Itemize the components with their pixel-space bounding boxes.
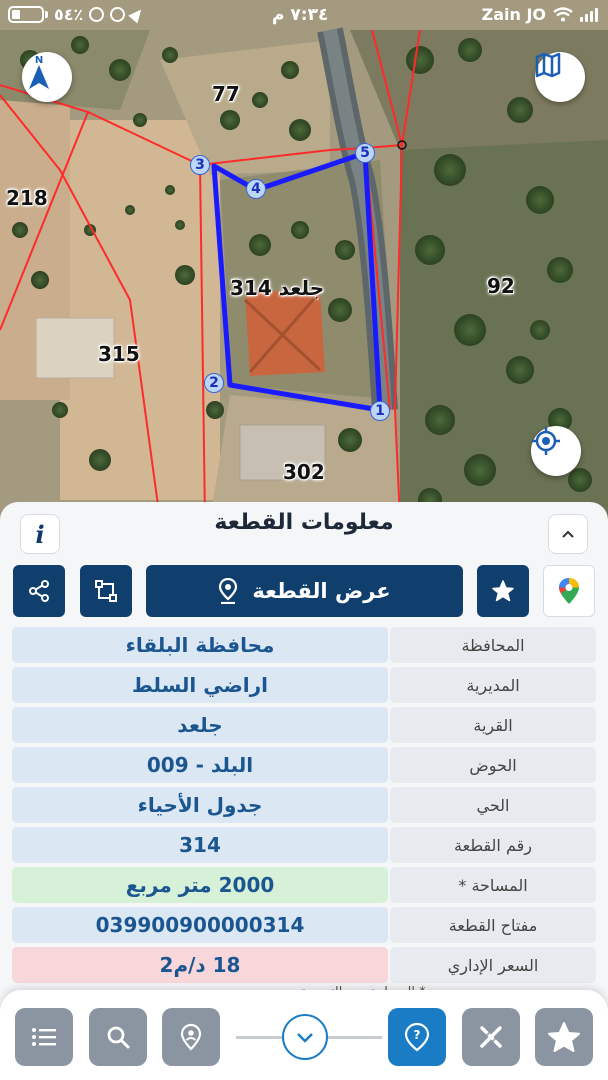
vertex-marker: 4 bbox=[246, 179, 266, 199]
field-value: 18 د/م2 bbox=[12, 947, 388, 983]
carrier-name: Zain JO bbox=[481, 5, 546, 24]
vertex-marker: 1 bbox=[370, 401, 390, 421]
polygon-select-icon bbox=[95, 580, 117, 602]
field-value: 039900900000314 bbox=[12, 907, 388, 943]
panel-toggle-knob[interactable] bbox=[282, 1014, 328, 1060]
cellular-signal-icon bbox=[580, 7, 598, 22]
list-icon bbox=[32, 1028, 56, 1046]
show-parcel-label: عرض القطعة bbox=[252, 579, 391, 603]
status-bar: ٥٤٪ ٧:٣٤ م Zain JO bbox=[0, 0, 608, 32]
field-value: جدول الأحياء bbox=[12, 787, 388, 823]
star-icon bbox=[548, 1022, 580, 1052]
favorite-button[interactable] bbox=[477, 565, 529, 617]
panel-title: معلومات القطعة bbox=[214, 510, 394, 535]
parcel-label-92: 92 bbox=[487, 274, 515, 298]
field-label: الحي bbox=[390, 787, 596, 823]
field-row-governorate: محافظة البلقاء المحافظة bbox=[12, 625, 596, 665]
star-icon bbox=[492, 580, 514, 602]
field-label: المحافظة bbox=[390, 627, 596, 663]
parcel-info-button[interactable]: ? bbox=[388, 1008, 446, 1066]
location-pin-icon bbox=[219, 578, 238, 604]
field-row-parcel-number: 314 رقم القطعة bbox=[12, 825, 596, 865]
chevron-down-icon bbox=[297, 1033, 313, 1043]
field-row-basin: البلد - 009 الحوض bbox=[12, 745, 596, 785]
parcel-label-302: 302 bbox=[283, 460, 325, 484]
alarm-icon bbox=[89, 7, 105, 22]
compass-button[interactable]: N bbox=[22, 52, 72, 102]
field-value: اراضي السلط bbox=[12, 667, 388, 703]
parcel-label-77: 77 bbox=[212, 82, 240, 106]
field-row-village: جلعد القرية bbox=[12, 705, 596, 745]
share-button[interactable] bbox=[13, 565, 65, 617]
satellite-imagery bbox=[0, 0, 608, 520]
bottom-toolbar: ? bbox=[0, 990, 608, 1080]
favorites-button[interactable] bbox=[535, 1008, 593, 1066]
svg-text:N: N bbox=[35, 55, 43, 66]
field-row-neighborhood: جدول الأحياء الحي bbox=[12, 785, 596, 825]
north-arrow-icon: N bbox=[29, 55, 49, 89]
collapse-button[interactable] bbox=[548, 514, 588, 554]
location-arrow-icon bbox=[128, 5, 147, 24]
wifi-icon bbox=[553, 7, 573, 22]
field-label: مفتاح القطعة bbox=[390, 907, 596, 943]
field-label: المساحة * bbox=[390, 867, 596, 903]
pin-icon bbox=[180, 1023, 202, 1051]
field-value: 2000 متر مربع bbox=[12, 867, 388, 903]
search-icon bbox=[107, 1026, 130, 1049]
clock: ٧:٣٤ م bbox=[272, 5, 329, 25]
field-row-directorate: اراضي السلط المديرية bbox=[12, 665, 596, 705]
layers-button[interactable] bbox=[535, 52, 585, 102]
parcel-label-314: 314 جلعد bbox=[230, 276, 325, 300]
locate-me-button[interactable] bbox=[531, 426, 581, 476]
svg-text:?: ? bbox=[414, 1028, 421, 1042]
field-label: المديرية bbox=[390, 667, 596, 703]
field-value: 314 bbox=[12, 827, 388, 863]
parcel-label-315: 315 bbox=[98, 342, 140, 366]
field-label: الحوض bbox=[390, 747, 596, 783]
field-value: البلد - 009 bbox=[12, 747, 388, 783]
field-label: رقم القطعة bbox=[390, 827, 596, 863]
list-button[interactable] bbox=[15, 1008, 73, 1066]
tools-icon bbox=[480, 1026, 502, 1048]
measure-area-button[interactable] bbox=[80, 565, 132, 617]
pin-question-icon: ? bbox=[404, 1022, 430, 1052]
orientation-lock-icon bbox=[110, 7, 126, 22]
field-value: محافظة البلقاء bbox=[12, 627, 388, 663]
share-icon bbox=[29, 580, 49, 602]
map-view[interactable]: 77 218 92 315 302 314 جلعد 1 2 3 4 5 N bbox=[0, 0, 608, 520]
parcel-label-218: 218 bbox=[6, 186, 48, 210]
google-maps-button[interactable] bbox=[543, 565, 595, 617]
chevron-up-icon bbox=[562, 530, 574, 538]
vertex-marker: 5 bbox=[355, 143, 375, 163]
search-button[interactable] bbox=[89, 1008, 147, 1066]
battery-percent: ٥٤٪ bbox=[54, 5, 84, 24]
vertex-marker: 2 bbox=[204, 373, 224, 393]
field-value: جلعد bbox=[12, 707, 388, 743]
parcel-fields-table: محافظة البلقاء المحافظة اراضي السلط المد… bbox=[12, 625, 596, 985]
field-row-area: 2000 متر مربع المساحة * bbox=[12, 865, 596, 905]
tools-button[interactable] bbox=[462, 1008, 520, 1066]
vertex-marker: 3 bbox=[190, 155, 210, 175]
google-maps-icon bbox=[559, 578, 579, 604]
show-parcel-button[interactable]: عرض القطعة bbox=[146, 565, 463, 617]
field-label: السعر الإداري bbox=[390, 947, 596, 983]
field-row-parcel-key: 039900900000314 مفتاح القطعة bbox=[12, 905, 596, 945]
map-icon bbox=[535, 52, 561, 78]
battery-icon bbox=[8, 6, 44, 23]
crosshair-icon bbox=[532, 427, 560, 455]
field-row-admin-price: 18 د/م2 السعر الإداري bbox=[12, 945, 596, 985]
location-search-button[interactable] bbox=[162, 1008, 220, 1066]
field-label: القرية bbox=[390, 707, 596, 743]
